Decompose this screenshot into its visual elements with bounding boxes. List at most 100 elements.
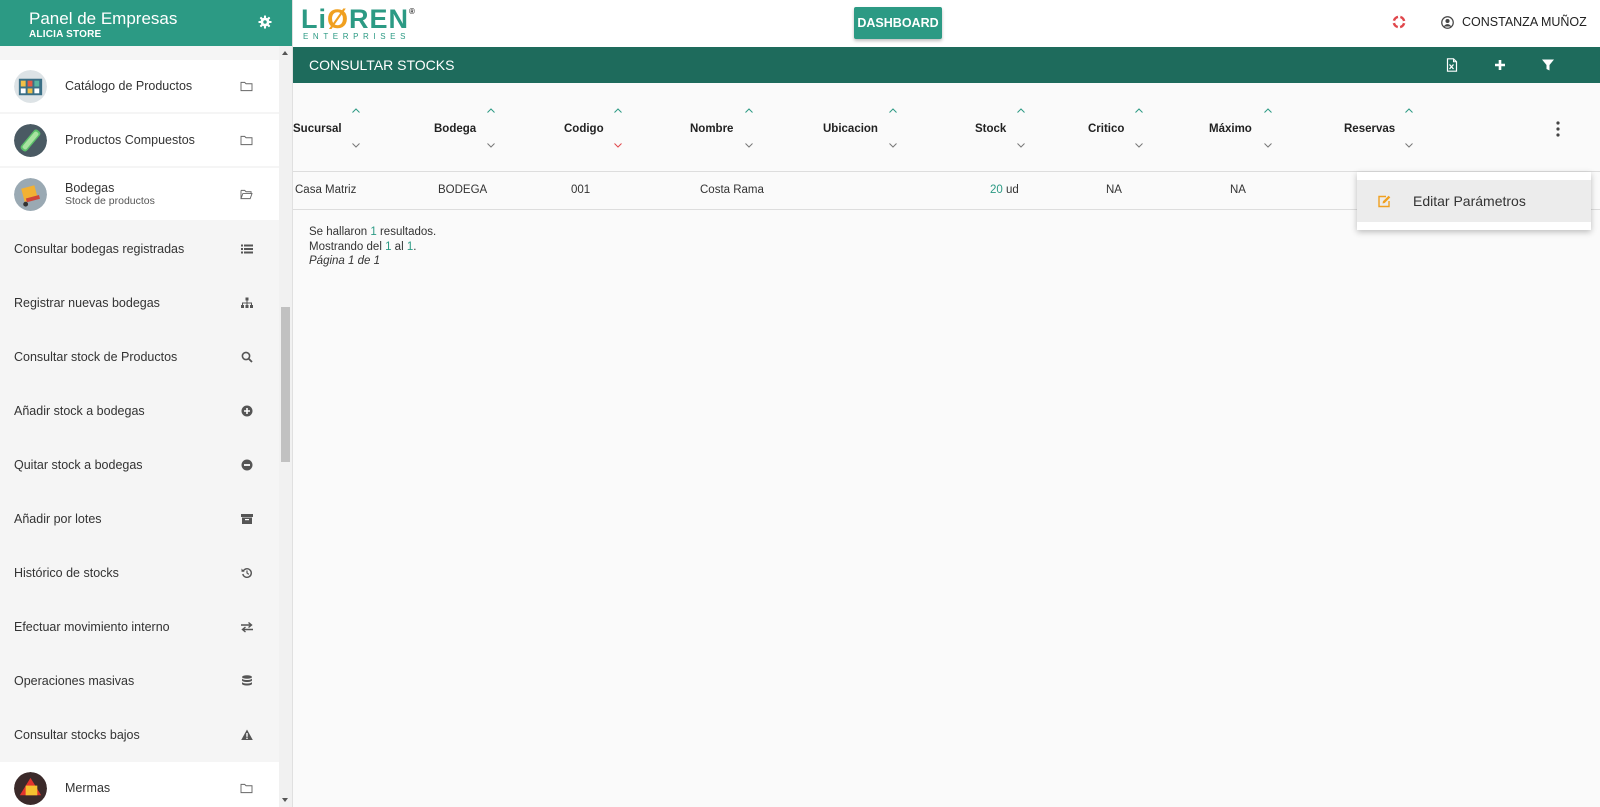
- database-icon: [242, 675, 252, 686]
- sidebar-item-label: Efectuar movimiento interno: [14, 620, 170, 634]
- summary-text: al: [391, 240, 407, 253]
- column-header-label: Codigo: [564, 123, 604, 135]
- sort-ascending-icon[interactable]: [352, 108, 360, 113]
- summary-text: resultados.: [376, 226, 437, 238]
- gear-icon[interactable]: [258, 15, 272, 29]
- sidebar-item-consultar-bodegas[interactable]: Consultar bodegas registradas: [0, 222, 280, 276]
- results-page-line: Página 1 de 1: [309, 254, 436, 269]
- column-header-label: Ubicacion: [823, 123, 878, 135]
- stock-value: 20: [990, 184, 1003, 196]
- sidebar-item-anadir-lotes[interactable]: Añadir por lotes: [0, 492, 280, 546]
- summary-text: .: [413, 240, 417, 253]
- logo-sub-text: ENTERPRISES: [303, 32, 411, 41]
- sidebar-section-label: Mermas: [65, 781, 111, 795]
- edit-icon: [1378, 195, 1391, 207]
- user-name: CONSTANZA MUÑOZ: [1462, 15, 1587, 29]
- sidebar: Panel de Empresas ALICIA STORE Catálogo …: [0, 0, 293, 807]
- sort-descending-icon[interactable]: [1264, 143, 1272, 148]
- top-bar: LiØREN ENTERPRISES ® DASHBOARD CONSTANZA…: [293, 0, 1600, 47]
- sort-ascending-icon[interactable]: [614, 108, 622, 113]
- lifebuoy-help-icon[interactable]: [1392, 15, 1406, 29]
- sidebar-item-quitar-stock[interactable]: Quitar stock a bodegas: [0, 438, 280, 492]
- dashboard-button[interactable]: DASHBOARD: [854, 7, 942, 39]
- scroll-up-arrow-icon[interactable]: [282, 51, 288, 55]
- lioren-logo[interactable]: LiØREN ENTERPRISES ®: [301, 4, 415, 42]
- sidebar-item-label: Consultar stock de Productos: [14, 350, 178, 364]
- sidebar-item-label: Añadir stock a bodegas: [14, 404, 145, 418]
- sort-ascending-icon[interactable]: [745, 108, 753, 113]
- sidebar-scrollbar[interactable]: [279, 46, 292, 807]
- folder-icon: [240, 783, 253, 793]
- store-name: ALICIA STORE: [29, 29, 102, 40]
- sidebar-item-movimiento-interno[interactable]: Efectuar movimiento interno: [0, 600, 280, 654]
- sort-descending-icon[interactable]: [352, 143, 360, 148]
- cell-maximo: NA: [1230, 184, 1246, 196]
- logo-main-text: LiØREN: [301, 4, 410, 34]
- sidebar-section-mermas[interactable]: Mermas: [0, 762, 280, 807]
- sort-descending-icon[interactable]: [889, 143, 897, 148]
- user-menu[interactable]: CONSTANZA MUÑOZ: [1441, 15, 1587, 29]
- results-count-line: Se hallaron 1 resultados.: [309, 225, 436, 240]
- column-header-label: Sucursal: [293, 123, 342, 135]
- sort-ascending-icon[interactable]: [1264, 108, 1272, 113]
- column-header-reservas[interactable]: Reservas: [293, 83, 1413, 172]
- history-icon: [241, 568, 252, 578]
- folder-icon: [240, 135, 253, 145]
- sidebar-item-label: Histórico de stocks: [14, 566, 119, 580]
- sort-ascending-icon[interactable]: [1017, 108, 1025, 113]
- sidebar-section-label: Bodegas: [65, 181, 115, 195]
- scroll-down-arrow-icon[interactable]: [282, 798, 288, 802]
- sidebar-section-bodegas[interactable]: Bodegas Stock de productos: [0, 168, 280, 220]
- sidebar-item-consultar-stock[interactable]: Consultar stock de Productos: [0, 330, 280, 384]
- column-header-label: Bodega: [434, 123, 477, 135]
- sidebar-menu: Catálogo de Productos Productos Compuest…: [0, 46, 280, 807]
- sitemap-icon: [241, 297, 253, 308]
- sidebar-item-operaciones-masivas[interactable]: Operaciones masivas: [0, 654, 280, 708]
- more-options-kebab-icon[interactable]: [1556, 121, 1560, 137]
- filter-icon[interactable]: [1541, 58, 1555, 72]
- sidebar-section-sublabel: Stock de productos: [65, 195, 155, 207]
- summary-text: Mostrando del: [309, 240, 386, 253]
- sort-ascending-icon[interactable]: [889, 108, 897, 113]
- user-circle-icon: [1441, 15, 1454, 29]
- add-plus-icon[interactable]: [1493, 58, 1507, 72]
- sort-ascending-icon[interactable]: [487, 108, 495, 113]
- excel-export-icon[interactable]: [1445, 58, 1459, 72]
- sidebar-item-label: Registrar nuevas bodegas: [14, 296, 160, 310]
- sidebar-section-label: Productos Compuestos: [65, 133, 195, 147]
- sort-descending-icon[interactable]: [745, 143, 753, 148]
- sidebar-section-compuestos[interactable]: Productos Compuestos: [0, 114, 280, 166]
- sort-descending-icon[interactable]: [1135, 143, 1143, 148]
- sort-descending-icon[interactable]: [1017, 143, 1025, 148]
- search-icon: [241, 351, 253, 363]
- logo-letters: Ø: [327, 4, 350, 34]
- scrollbar-thumb[interactable]: [281, 307, 290, 462]
- composite-products-avatar-icon: [14, 123, 47, 157]
- column-header-label: Critico: [1088, 123, 1125, 135]
- page-indicator: Página 1 de 1: [309, 255, 380, 267]
- stock-unit: ud: [1006, 184, 1019, 196]
- table-header: Sucursal Bodega Codigo Nombre Ubicacion Stock…: [293, 83, 1600, 172]
- sidebar-item-label: Operaciones masivas: [14, 674, 135, 688]
- column-header-label: Reservas: [1344, 123, 1396, 135]
- page-title-bar: CONSULTAR STOCKS: [293, 47, 1600, 83]
- sort-ascending-icon[interactable]: [1135, 108, 1143, 113]
- sidebar-item-registrar-bodegas[interactable]: Registrar nuevas bodegas: [0, 276, 280, 330]
- edit-parameters-menu-item[interactable]: Editar Parámetros: [1357, 180, 1591, 222]
- sidebar-item-anadir-stock[interactable]: Añadir stock a bodegas: [0, 384, 280, 438]
- losses-avatar-icon: [14, 771, 47, 805]
- catalog-avatar-icon: [14, 69, 47, 103]
- page-title: CONSULTAR STOCKS: [309, 57, 455, 73]
- sort-descending-icon[interactable]: [1405, 143, 1413, 148]
- sidebar-item-historico[interactable]: Histórico de stocks: [0, 546, 280, 600]
- cell-bodega: BODEGA: [438, 184, 488, 196]
- sidebar-item-label: Consultar bodegas registradas: [14, 242, 185, 256]
- column-header-label: Máximo: [1209, 123, 1252, 135]
- edit-parameters-label: Editar Parámetros: [1413, 193, 1526, 209]
- sidebar-section-catalogo[interactable]: Catálogo de Productos: [0, 60, 280, 112]
- sidebar-section-label: Catálogo de Productos: [65, 79, 193, 93]
- sort-ascending-icon[interactable]: [1405, 108, 1413, 113]
- sort-descending-icon[interactable]: [614, 143, 622, 148]
- sidebar-item-stocks-bajos[interactable]: Consultar stocks bajos: [0, 708, 280, 762]
- sort-descending-icon[interactable]: [487, 143, 495, 148]
